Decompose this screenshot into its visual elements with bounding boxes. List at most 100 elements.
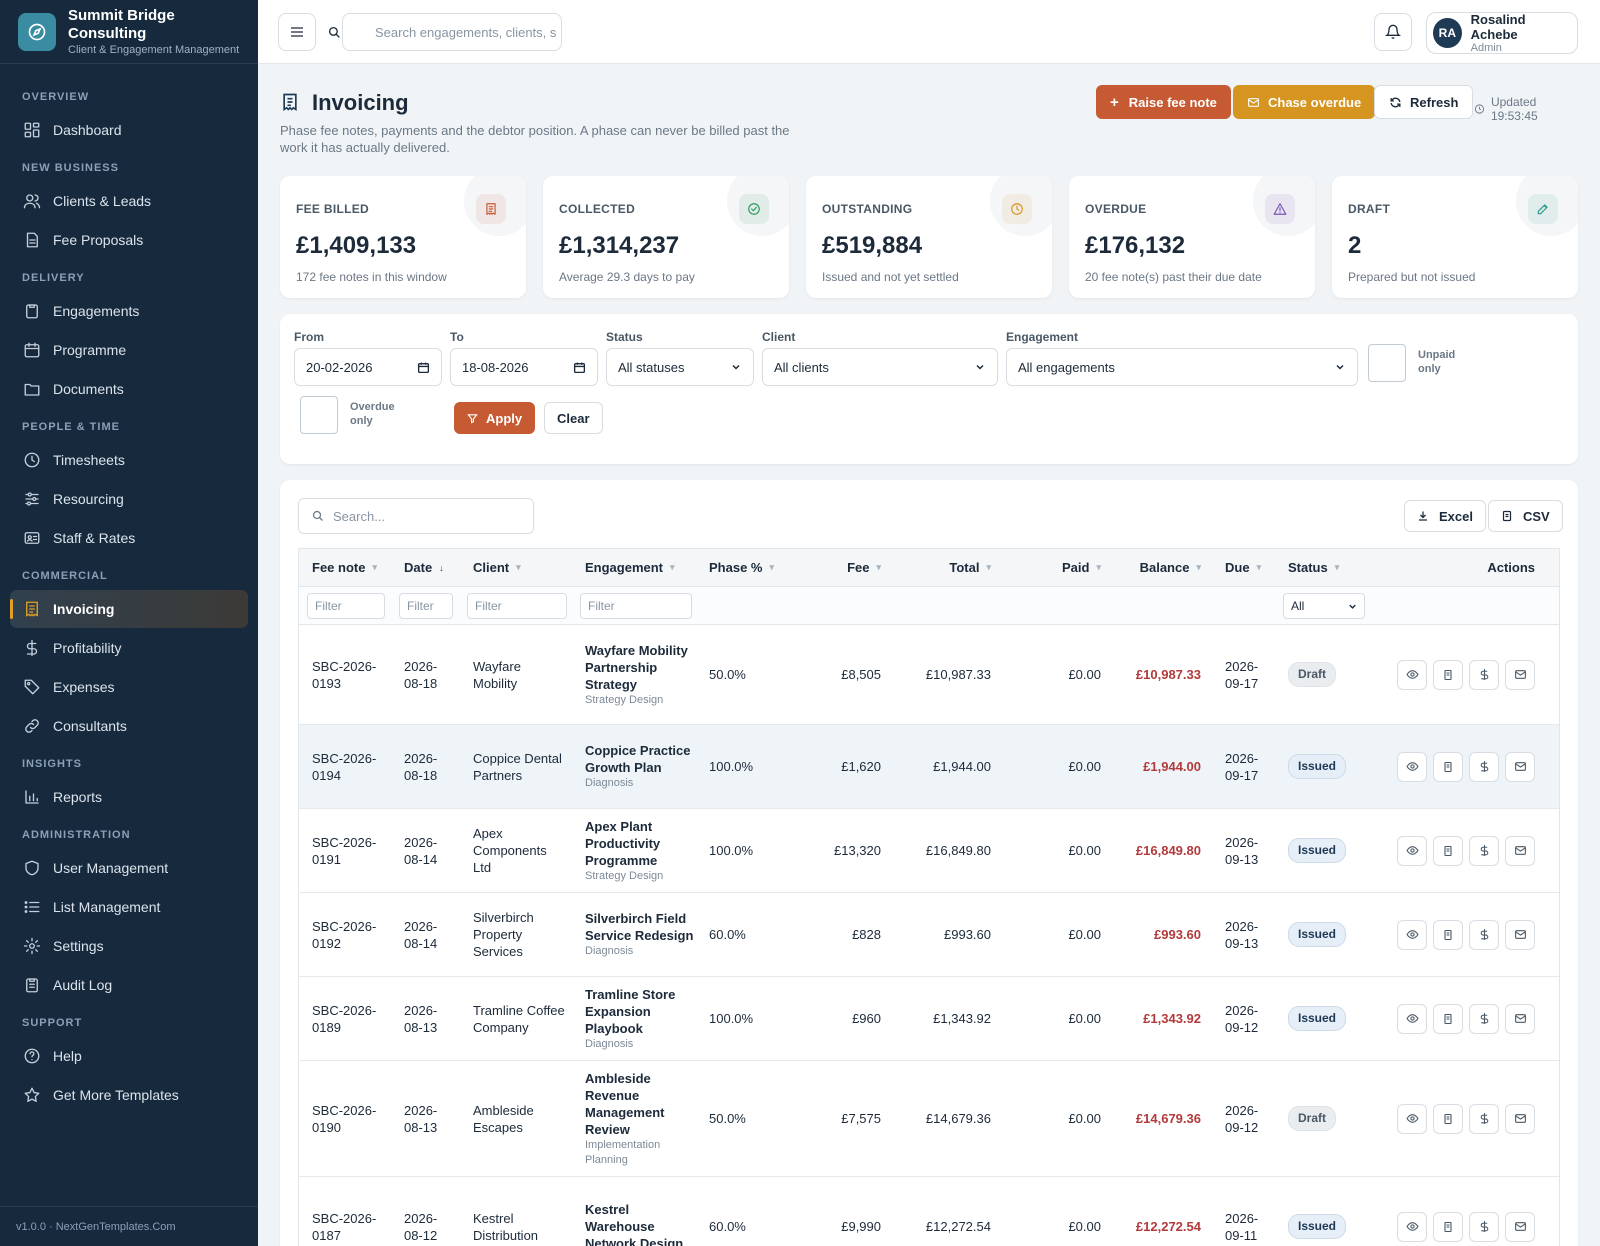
kpi-value: £176,132 xyxy=(1085,232,1186,259)
sidebar-item-timesheets[interactable]: Timesheets xyxy=(10,441,248,479)
email-button[interactable] xyxy=(1505,1211,1535,1242)
fee-date: 2026-08-13 xyxy=(404,1002,438,1035)
sidebar-item-engagements[interactable]: Engagements xyxy=(10,292,248,330)
view-button[interactable] xyxy=(1397,659,1427,690)
table-row[interactable]: SBC-2026-0187 2026-08-12 Kestrel Distribut… xyxy=(299,1177,1559,1246)
status-filter-select[interactable]: All xyxy=(1283,593,1365,619)
sidebar-item-fee-proposals[interactable]: Fee Proposals xyxy=(10,221,248,259)
engagement-cell: Wayfare Mobility Partnership Strategy Str… xyxy=(585,625,695,724)
table-row[interactable]: SBC-2026-0191 2026-08-14 Apex Components L… xyxy=(299,809,1559,893)
client-filter-input[interactable]: Filter xyxy=(467,593,567,619)
email-button[interactable] xyxy=(1505,1003,1535,1034)
sidebar-item-expenses[interactable]: Expenses xyxy=(10,668,248,706)
record-payment-button[interactable] xyxy=(1469,751,1499,782)
record-payment-button[interactable] xyxy=(1469,659,1499,690)
sidebar: Summit Bridge Consulting Client & Engage… xyxy=(0,0,258,1246)
column-header-label: Client xyxy=(473,560,510,575)
client-select[interactable]: All clients xyxy=(762,348,998,386)
chase-overdue-button[interactable]: Chase overdue xyxy=(1233,85,1376,119)
email-button[interactable] xyxy=(1505,751,1535,782)
sidebar-item-consultants[interactable]: Consultants xyxy=(10,707,248,745)
fee-note-filter-input[interactable]: Filter xyxy=(307,593,385,619)
to-date-input[interactable]: 18-08-2026 xyxy=(450,348,598,386)
sidebar-item-invoicing[interactable]: Invoicing xyxy=(10,590,248,628)
sidebar-item-dashboard[interactable]: Dashboard xyxy=(10,111,248,149)
engagement-filter-input[interactable]: Filter xyxy=(580,593,692,619)
print-button[interactable] xyxy=(1433,1003,1463,1034)
column-header-paid[interactable]: Paid ▾ xyxy=(991,549,1101,586)
column-header-due[interactable]: Due ▾ xyxy=(1225,549,1275,586)
last-updated: Updated 19:53:45 xyxy=(1474,95,1578,123)
column-header-fee[interactable]: Fee ▾ xyxy=(779,549,881,586)
record-payment-button[interactable] xyxy=(1469,1211,1499,1242)
table-row[interactable]: SBC-2026-0193 2026-08-18 Wayfare Mobility W… xyxy=(299,625,1559,725)
print-button[interactable] xyxy=(1433,919,1463,950)
notifications-button[interactable] xyxy=(1374,13,1412,51)
table-row[interactable]: SBC-2026-0189 2026-08-13 Tramline Coffee C… xyxy=(299,977,1559,1061)
view-button[interactable] xyxy=(1397,919,1427,950)
view-button[interactable] xyxy=(1397,1003,1427,1034)
apply-filters-button[interactable]: Apply xyxy=(454,402,536,434)
view-button[interactable] xyxy=(1397,1211,1427,1242)
column-header-balance[interactable]: Balance ▾ xyxy=(1101,549,1201,586)
export-csv-button[interactable]: CSV xyxy=(1488,500,1563,532)
table-row[interactable]: SBC-2026-0194 2026-08-18 Coppice Dental Pa… xyxy=(299,725,1559,809)
print-button[interactable] xyxy=(1433,1211,1463,1242)
sidebar-item-settings[interactable]: Settings xyxy=(10,927,248,965)
sidebar-item-reports[interactable]: Reports xyxy=(10,778,248,816)
list-icon xyxy=(24,901,40,913)
sidebar-item-staff-rates[interactable]: Staff & Rates xyxy=(10,519,248,557)
print-button[interactable] xyxy=(1433,835,1463,866)
column-header-phase[interactable]: Phase % ▾ xyxy=(709,549,779,586)
total-amount: £14,679.36 xyxy=(925,1111,991,1126)
column-header-engagement[interactable]: Engagement ▾ xyxy=(585,549,695,586)
sidebar-item-resourcing[interactable]: Resourcing xyxy=(10,480,248,518)
sidebar-item-profitability[interactable]: Profitability xyxy=(10,629,248,667)
table-row[interactable]: SBC-2026-0192 2026-08-14 Silverbirch Prope… xyxy=(299,893,1559,977)
sidebar-item-documents[interactable]: Documents xyxy=(10,370,248,408)
email-button[interactable] xyxy=(1505,835,1535,866)
engagement-select[interactable]: All engagements xyxy=(1006,348,1358,386)
raise-fee-note-button[interactable]: + Raise fee note xyxy=(1096,85,1231,119)
print-button[interactable] xyxy=(1433,1103,1463,1134)
record-payment-button[interactable] xyxy=(1469,1003,1499,1034)
record-payment-button[interactable] xyxy=(1469,919,1499,950)
sidebar-item-get-more-templates[interactable]: Get More Templates xyxy=(10,1076,248,1114)
export-excel-button[interactable]: Excel xyxy=(1404,500,1486,532)
email-button[interactable] xyxy=(1505,919,1535,950)
record-payment-button[interactable] xyxy=(1469,1103,1499,1134)
menu-toggle-button[interactable] xyxy=(278,13,316,51)
overdue-only-checkbox[interactable] xyxy=(300,396,338,434)
sidebar-item-audit-log[interactable]: Audit Log xyxy=(10,966,248,1004)
refresh-button[interactable]: Refresh xyxy=(1374,85,1474,119)
record-payment-button[interactable] xyxy=(1469,835,1499,866)
print-button[interactable] xyxy=(1433,751,1463,782)
eye-icon xyxy=(1405,1014,1419,1023)
receipt-icon xyxy=(26,601,38,617)
unpaid-only-checkbox[interactable] xyxy=(1368,344,1406,382)
column-header-client[interactable]: Client ▾ xyxy=(473,549,573,586)
sidebar-item-clients-leads[interactable]: Clients & Leads xyxy=(10,182,248,220)
clear-filters-button[interactable]: Clear xyxy=(544,402,603,434)
status-select[interactable]: All statuses xyxy=(606,348,754,386)
date-filter-input[interactable]: Filter xyxy=(399,593,453,619)
column-header-total[interactable]: Total ▾ xyxy=(881,549,991,586)
table-search-input[interactable]: Search... xyxy=(298,498,534,534)
sidebar-item-programme[interactable]: Programme xyxy=(10,331,248,369)
column-header-fee-note[interactable]: Fee note ▾ xyxy=(312,549,392,586)
table-row[interactable]: SBC-2026-0190 2026-08-13 Ambleside Escapes… xyxy=(299,1061,1559,1177)
print-button[interactable] xyxy=(1433,659,1463,690)
column-header-status[interactable]: Status ▾ xyxy=(1288,549,1368,586)
view-button[interactable] xyxy=(1397,1103,1427,1134)
sidebar-item-help[interactable]: Help xyxy=(10,1037,248,1075)
from-date-input[interactable]: 20-02-2026 xyxy=(294,348,442,386)
sidebar-item-list-management[interactable]: List Management xyxy=(10,888,248,926)
email-button[interactable] xyxy=(1505,1103,1535,1134)
global-search-input[interactable]: Search engagements, clients, s xyxy=(342,13,562,51)
user-menu[interactable]: RA Rosalind Achebe Admin xyxy=(1426,12,1578,54)
view-button[interactable] xyxy=(1397,751,1427,782)
view-button[interactable] xyxy=(1397,835,1427,866)
sidebar-item-user-management[interactable]: User Management xyxy=(10,849,248,887)
column-header-date[interactable]: Date ↓ xyxy=(404,549,464,586)
email-button[interactable] xyxy=(1505,659,1535,690)
